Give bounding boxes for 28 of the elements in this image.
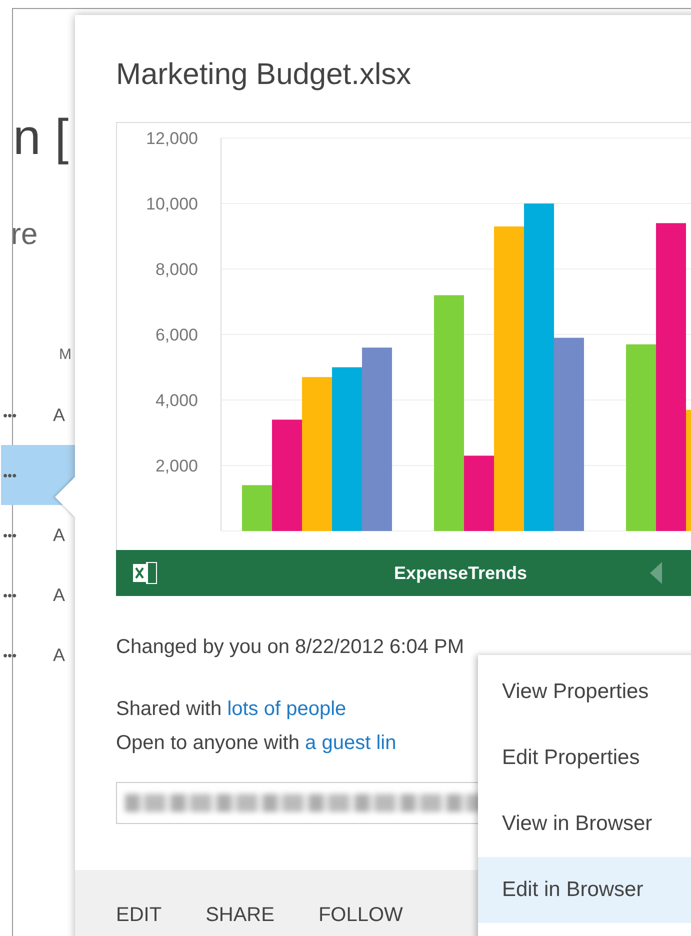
row-text: A	[53, 584, 66, 606]
list-row[interactable]: •••	[1, 445, 76, 505]
page-subheading: re	[11, 217, 38, 253]
y-axis-label: 12,000	[146, 129, 198, 148]
row-text: A	[53, 524, 66, 546]
y-axis-label: 6,000	[155, 326, 198, 344]
y-axis-label: 2,000	[155, 456, 198, 476]
action-link[interactable]: EDIT	[116, 904, 162, 932]
y-axis-label: 4,000	[155, 391, 198, 410]
changed-info: Changed by you on 8/22/2012 6:04 PM	[116, 635, 464, 660]
file-title: Marketing Budget.xlsx	[116, 57, 412, 93]
page-heading: n [	[13, 108, 69, 167]
spreadsheet-icon	[133, 562, 157, 584]
row-text: A	[53, 404, 66, 426]
people-link[interactable]: lots of people	[227, 698, 346, 720]
y-axis-label: 8,000	[155, 260, 198, 279]
y-axis-label: 10,000	[146, 194, 198, 214]
more-options[interactable]: •••	[3, 468, 53, 482]
access-info: Open to anyone with a guest lin	[116, 731, 396, 756]
action-link[interactable]: SHARE	[206, 904, 274, 932]
guest-link[interactable]: a guest lin	[305, 732, 396, 754]
row-text: A	[53, 644, 66, 666]
action-link[interactable]: FOLLOW	[318, 904, 403, 932]
sheet-name: ExpenseTrends	[394, 562, 528, 584]
left-arrow-icon[interactable]	[650, 562, 662, 584]
shared-info: Shared with lots of people	[116, 697, 346, 722]
column-header: M	[59, 345, 72, 365]
menu-item[interactable]: Edit in Browser	[478, 857, 691, 923]
